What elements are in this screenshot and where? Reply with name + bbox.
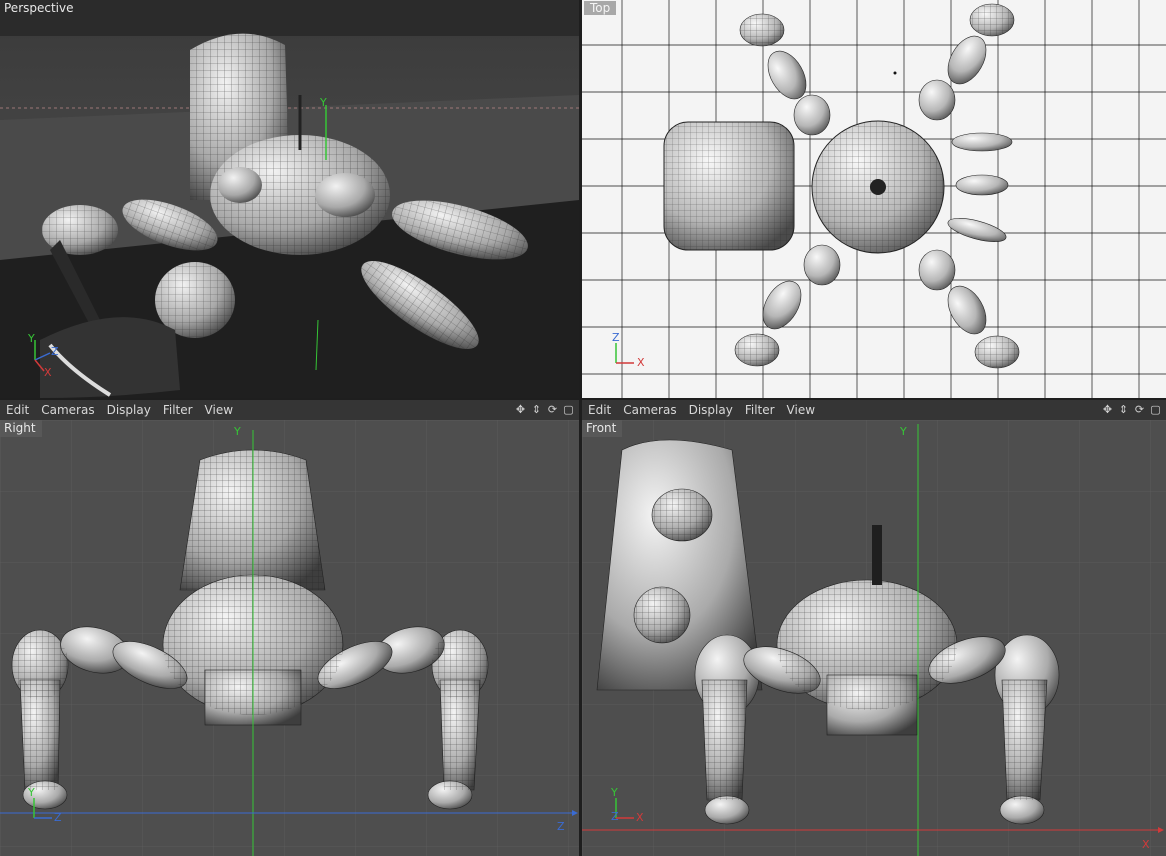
right-viewport-menubar: Edit Cameras Display Filter View ✥ ⇕ ⟳ ▢ — [0, 400, 579, 420]
maximize-icon[interactable]: ▢ — [1149, 403, 1162, 416]
rotate-icon[interactable]: ⟳ — [1133, 403, 1146, 416]
perspective-viewport[interactable]: Perspective Y Y Z X — [0, 0, 579, 398]
rotate-icon[interactable]: ⟳ — [546, 403, 559, 416]
axis-label-y: Y — [320, 96, 327, 109]
front-viewport-menubar: Edit Cameras Display Filter View ✥ ⇕ ⟳ ▢ — [582, 400, 1166, 420]
axis-label-y: Y — [611, 786, 618, 799]
menu-edit[interactable]: Edit — [0, 403, 35, 417]
axis-label-z: Z — [611, 810, 619, 823]
front-viewport[interactable]: Front Y X Y Z X — [582, 420, 1166, 856]
top-viewport-label: Top — [584, 1, 617, 15]
right-scene — [0, 420, 579, 856]
axis-label-y: Y — [28, 786, 35, 799]
top-viewport[interactable]: Top Z X — [582, 0, 1166, 398]
dolly-icon[interactable]: ⇕ — [1117, 403, 1130, 416]
move-icon[interactable]: ✥ — [1101, 403, 1114, 416]
axis-label-x: X — [637, 356, 645, 369]
perspective-scene — [0, 0, 579, 398]
menu-display[interactable]: Display — [101, 403, 157, 417]
right-viewport-label: Right — [0, 420, 42, 437]
front-viewport-label: Front — [582, 420, 623, 437]
axis-label-z: Z — [51, 345, 59, 358]
top-scene — [582, 0, 1166, 398]
maximize-icon[interactable]: ▢ — [562, 403, 575, 416]
menu-cameras[interactable]: Cameras — [35, 403, 100, 417]
axis-label-z: Z — [557, 820, 565, 833]
menu-view[interactable]: View — [781, 403, 821, 417]
menu-filter[interactable]: Filter — [739, 403, 781, 417]
perspective-viewport-label: Perspective — [4, 1, 74, 15]
menu-edit[interactable]: Edit — [582, 403, 617, 417]
axis-label-y: Y — [28, 332, 35, 345]
menu-display[interactable]: Display — [683, 403, 739, 417]
axis-label-y: Y — [900, 425, 907, 438]
axis-label-z: Z — [54, 811, 62, 824]
dolly-icon[interactable]: ⇕ — [530, 403, 543, 416]
axis-label-x: X — [44, 366, 52, 379]
move-icon[interactable]: ✥ — [514, 403, 527, 416]
menu-cameras[interactable]: Cameras — [617, 403, 682, 417]
axis-label-z: Z — [612, 331, 620, 344]
menu-filter[interactable]: Filter — [157, 403, 199, 417]
right-viewport[interactable]: Right Y Z Y Z — [0, 420, 579, 856]
axis-label-x: X — [1142, 838, 1150, 851]
front-scene — [582, 420, 1166, 856]
axis-label-y: Y — [234, 425, 241, 438]
menu-view[interactable]: View — [199, 403, 239, 417]
axis-label-x: X — [636, 811, 644, 824]
